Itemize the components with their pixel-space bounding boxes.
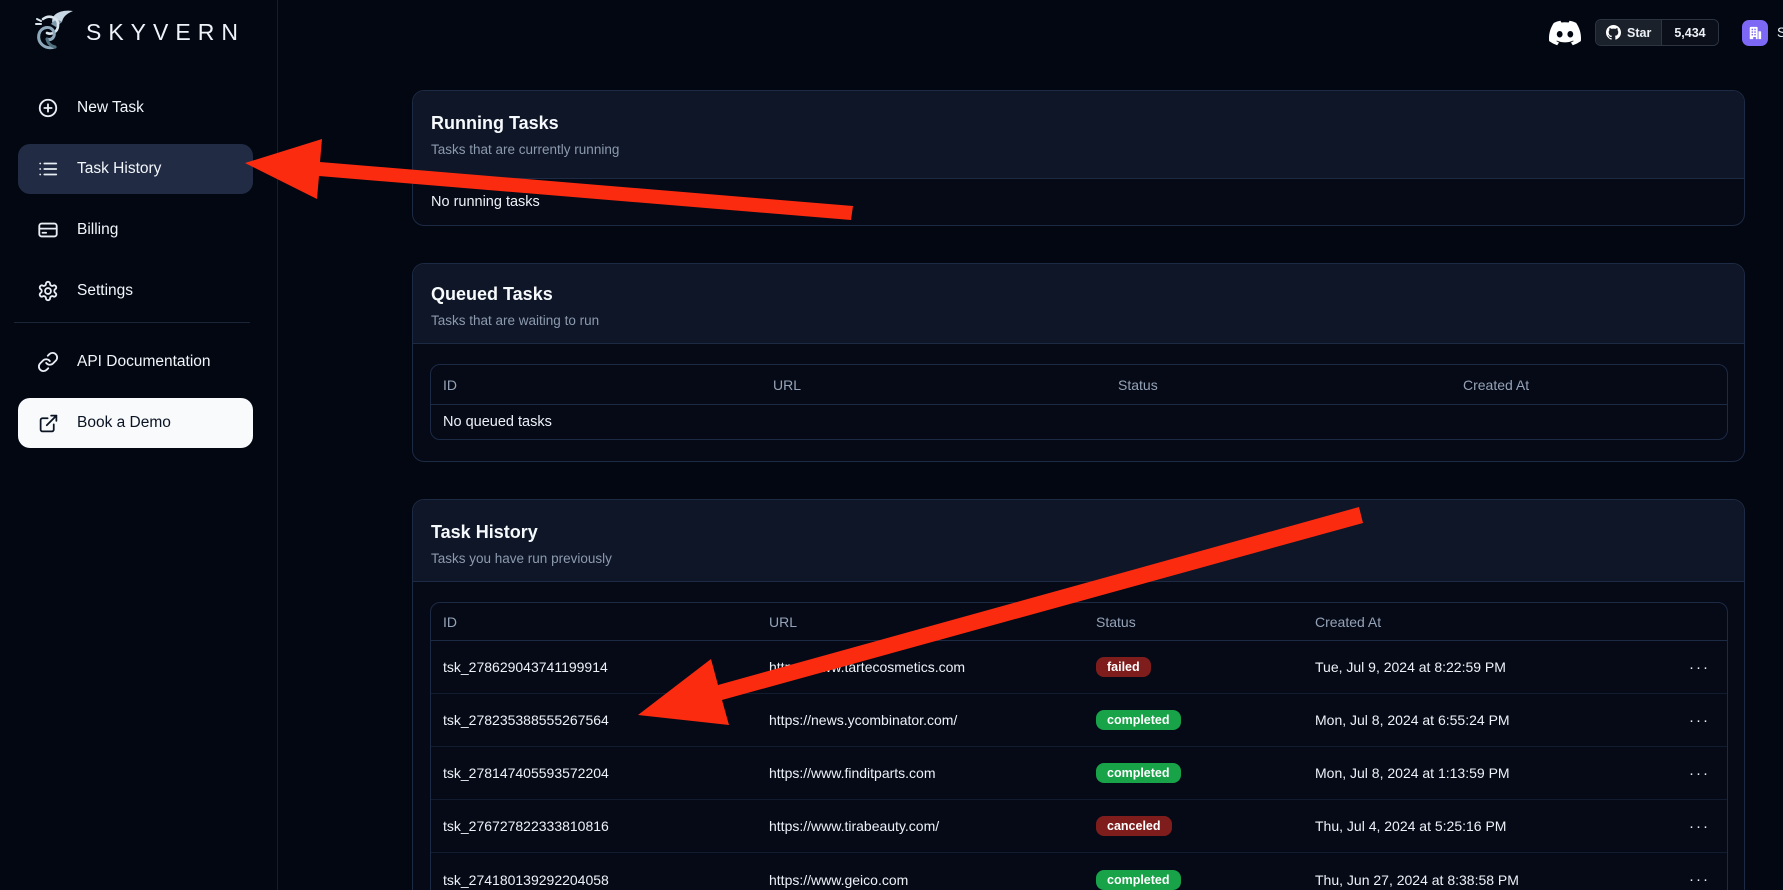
sidebar-item-label: Billing — [77, 221, 118, 239]
running-tasks-header: Running Tasks Tasks that are currently r… — [413, 91, 1744, 179]
running-tasks-card: Running Tasks Tasks that are currently r… — [412, 90, 1745, 226]
sidebar-item-new-task[interactable]: New Task — [18, 83, 253, 133]
github-star-count: 5,434 — [1661, 20, 1717, 45]
column-header-url: URL — [761, 365, 1106, 405]
table-row[interactable]: tsk_278147405593572204 https://www.findi… — [431, 747, 1727, 800]
task-url-cell: https://www.finditparts.com — [757, 747, 1084, 800]
task-id-cell: tsk_278147405593572204 — [431, 747, 757, 800]
credit-card-icon — [37, 219, 59, 241]
sidebar-item-label: New Task — [77, 99, 144, 117]
task-id-cell: tsk_274180139292204058 — [431, 853, 757, 890]
running-tasks-empty-state: No running tasks — [413, 179, 1744, 225]
task-history-card: Task History Tasks you have run previous… — [412, 499, 1745, 890]
card-subtitle: Tasks that are waiting to run — [431, 312, 1726, 330]
task-created-at-cell: Mon, Jul 8, 2024 at 1:13:59 PM — [1303, 747, 1672, 800]
task-id-cell: tsk_276727822333810816 — [431, 800, 757, 853]
brand-logo[interactable]: SKYVERN — [28, 6, 245, 59]
main-content: Running Tasks Tasks that are currently r… — [412, 90, 1745, 890]
row-actions-ellipsis-button[interactable]: ··· — [1672, 641, 1727, 694]
status-badge: completed — [1096, 763, 1181, 783]
topbar: Star 5,434 Sh — [278, 0, 1783, 68]
brand-wordmark: SKYVERN — [86, 19, 245, 46]
sidebar-item-label: Task History — [77, 160, 161, 178]
sidebar-divider — [14, 322, 250, 323]
table-row[interactable]: tsk_276727822333810816 https://www.tirab… — [431, 800, 1727, 853]
column-header-id: ID — [431, 603, 757, 641]
sidebar: SKYVERN New Task Task History Billing — [0, 0, 278, 890]
table-row[interactable]: tsk_274180139292204058 https://www.geico… — [431, 853, 1727, 890]
sidebar-nav: New Task Task History Billing — [18, 83, 253, 327]
task-id-cell: tsk_278235388555267564 — [431, 694, 757, 747]
status-badge: completed — [1096, 870, 1181, 890]
table-row[interactable]: tsk_278235388555267564 https://news.ycom… — [431, 694, 1727, 747]
column-header-created-at: Created At — [1303, 603, 1672, 641]
external-link-icon — [37, 412, 59, 434]
avatar[interactable] — [1742, 20, 1768, 46]
status-badge: canceled — [1096, 816, 1172, 836]
sidebar-item-task-history[interactable]: Task History — [18, 144, 253, 194]
card-subtitle: Tasks you have run previously — [431, 550, 1726, 568]
book-a-demo-button[interactable]: Book a Demo — [18, 398, 253, 448]
queued-tasks-empty-state: No queued tasks — [431, 405, 1727, 439]
queued-tasks-header: Queued Tasks Tasks that are waiting to r… — [413, 264, 1744, 344]
status-badge: completed — [1096, 710, 1181, 730]
table-row[interactable]: tsk_278629043741199914 https://www.tarte… — [431, 641, 1727, 694]
row-actions-ellipsis-button[interactable]: ··· — [1672, 694, 1727, 747]
task-history-header: Task History Tasks you have run previous… — [413, 500, 1744, 582]
discord-icon[interactable] — [1549, 17, 1581, 49]
link-icon — [37, 351, 59, 373]
list-icon — [37, 158, 59, 180]
column-header-actions — [1672, 603, 1727, 641]
dragon-logo-icon — [28, 6, 76, 59]
column-header-id: ID — [431, 365, 761, 405]
task-url-cell: https://news.ycombinator.com/ — [757, 694, 1084, 747]
task-created-at-cell: Mon, Jul 8, 2024 at 6:55:24 PM — [1303, 694, 1672, 747]
github-star-button[interactable]: Star 5,434 — [1595, 19, 1719, 46]
status-badge: failed — [1096, 657, 1151, 677]
column-header-created-at: Created At — [1451, 365, 1727, 405]
card-title: Task History — [431, 520, 1726, 544]
organization-building-icon — [1748, 26, 1762, 40]
row-actions-ellipsis-button[interactable]: ··· — [1672, 800, 1727, 853]
task-history-table: ID URL Status Created At tsk_27862904374… — [430, 602, 1728, 890]
plus-circle-icon — [37, 97, 59, 119]
sidebar-item-label: API Documentation — [77, 353, 211, 371]
column-header-status: Status — [1084, 603, 1303, 641]
task-created-at-cell: Tue, Jul 9, 2024 at 8:22:59 PM — [1303, 641, 1672, 694]
task-url-cell: https://www.geico.com — [757, 853, 1084, 890]
sidebar-item-label: Settings — [77, 282, 133, 300]
skyvern-app: SKYVERN New Task Task History Billing — [0, 0, 1783, 890]
task-id-cell: tsk_278629043741199914 — [431, 641, 757, 694]
card-subtitle: Tasks that are currently running — [431, 141, 1726, 159]
sidebar-item-api-documentation[interactable]: API Documentation — [18, 337, 253, 387]
card-title: Running Tasks — [431, 111, 1726, 135]
column-header-status: Status — [1106, 365, 1451, 405]
row-actions-ellipsis-button[interactable]: ··· — [1672, 853, 1727, 890]
task-url-cell: https://www.tartecosmetics.com — [757, 641, 1084, 694]
github-star-label: Star — [1627, 26, 1651, 40]
username-text: Sh — [1777, 25, 1783, 40]
sidebar-item-settings[interactable]: Settings — [18, 266, 253, 316]
sidebar-item-billing[interactable]: Billing — [18, 205, 253, 255]
column-header-url: URL — [757, 603, 1084, 641]
gear-icon — [37, 280, 59, 302]
queued-tasks-table: ID URL Status Created At No queued tasks — [430, 364, 1728, 440]
sidebar-item-label: Book a Demo — [77, 414, 171, 432]
queued-tasks-card: Queued Tasks Tasks that are waiting to r… — [412, 263, 1745, 462]
task-created-at-cell: Thu, Jun 27, 2024 at 8:38:58 PM — [1303, 853, 1672, 890]
sidebar-secondary-nav: API Documentation Book a Demo — [18, 337, 253, 459]
card-title: Queued Tasks — [431, 282, 1726, 306]
task-url-cell: https://www.tirabeauty.com/ — [757, 800, 1084, 853]
github-icon — [1606, 25, 1621, 40]
row-actions-ellipsis-button[interactable]: ··· — [1672, 747, 1727, 800]
task-created-at-cell: Thu, Jul 4, 2024 at 5:25:16 PM — [1303, 800, 1672, 853]
